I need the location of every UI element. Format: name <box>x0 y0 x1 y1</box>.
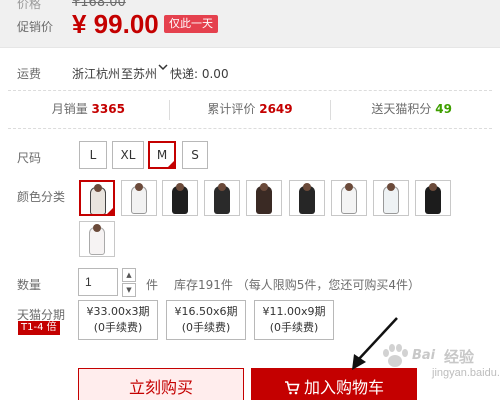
review-count-label: 累计评价 <box>207 102 256 116</box>
tmall-points: 送天猫积分 49 <box>331 100 492 120</box>
increase-button[interactable]: ▲ <box>122 268 136 282</box>
shipping-label: 运费 <box>17 67 42 81</box>
watermark-url: jingyan.baidu.com <box>432 367 500 379</box>
color-swatch[interactable] <box>331 180 367 216</box>
promo-tag: 仅此一天 <box>164 15 218 33</box>
monthly-sales: 月销量 3365 <box>8 100 170 120</box>
selected-check-icon <box>105 206 113 214</box>
installment-option[interactable]: ¥11.00x9期 (0手续费) <box>254 300 334 340</box>
monthly-sales-value: 3365 <box>91 102 125 116</box>
tmall-points-value: 49 <box>435 102 452 116</box>
installment-badge: T1-4 倍 <box>18 321 60 335</box>
installment-fee: (0手续费) <box>269 321 319 334</box>
quantity-unit: 件 <box>146 278 159 292</box>
monthly-sales-label: 月销量 <box>51 102 88 116</box>
installment-amount: ¥33.00x3期 <box>86 305 150 318</box>
installment-fee: (0手续费) <box>181 321 231 334</box>
promo-price-value: ¥ 99.00 <box>72 9 159 39</box>
tmall-points-label: 送天猫积分 <box>371 102 432 116</box>
divider <box>8 90 492 91</box>
color-swatch[interactable] <box>415 180 451 216</box>
size-option-xl[interactable]: XL <box>112 141 144 169</box>
original-price-label: 价格 <box>17 0 42 11</box>
size-option-s[interactable]: S <box>182 141 208 169</box>
color-swatch[interactable] <box>204 180 240 216</box>
shipping-fee: 快递: 0.00 <box>170 67 229 81</box>
quantity-label: 数量 <box>17 278 42 292</box>
color-swatch[interactable] <box>79 180 115 216</box>
stock-info: 库存191件 （每人限购5件，您还可购买4件） <box>174 278 420 292</box>
add-to-cart-button[interactable]: 加入购物车 <box>251 368 417 400</box>
cart-icon <box>284 370 300 400</box>
buy-now-button[interactable]: 立刻购买 <box>78 368 244 400</box>
color-swatch[interactable] <box>289 180 325 216</box>
watermark-brand: Bai <box>412 348 436 363</box>
shipping-destination[interactable]: 至苏州 <box>121 65 157 82</box>
color-swatch[interactable] <box>79 221 115 257</box>
installment-fee: (0手续费) <box>93 321 143 334</box>
sales-stats: 月销量 3365 累计评价 2649 送天猫积分 49 <box>8 100 492 120</box>
color-swatch[interactable] <box>373 180 409 216</box>
decrease-button[interactable]: ▼ <box>122 283 136 297</box>
installment-amount: ¥16.50x6期 <box>174 305 238 318</box>
divider <box>8 128 492 129</box>
review-count[interactable]: 累计评价 2649 <box>170 100 332 120</box>
promo-price-label: 促销价 <box>17 20 54 34</box>
installment-option[interactable]: ¥16.50x6期 (0手续费) <box>166 300 246 340</box>
add-to-cart-label: 加入购物车 <box>303 378 384 397</box>
color-label: 颜色分类 <box>17 190 66 204</box>
price-panel: 价格 ¥168.00 促销价 ¥ 99.00 仅此一天 <box>0 0 500 48</box>
color-swatch[interactable] <box>246 180 282 216</box>
review-count-value: 2649 <box>259 102 293 116</box>
color-swatch[interactable] <box>121 180 157 216</box>
installment-option[interactable]: ¥33.00x3期 (0手续费) <box>78 300 158 340</box>
color-swatch[interactable] <box>162 180 198 216</box>
quantity-input[interactable] <box>78 268 118 296</box>
shipping-origin: 浙江杭州 <box>72 67 121 81</box>
size-option-m[interactable]: M <box>148 141 176 169</box>
watermark-brand-cn: 经验 <box>444 348 475 366</box>
size-option-l[interactable]: L <box>79 141 107 169</box>
installment-amount: ¥11.00x9期 <box>262 305 326 318</box>
baidu-paw-icon <box>383 344 408 367</box>
selected-check-icon <box>166 159 176 169</box>
chevron-down-icon[interactable] <box>158 62 168 75</box>
size-label: 尺码 <box>17 151 42 165</box>
